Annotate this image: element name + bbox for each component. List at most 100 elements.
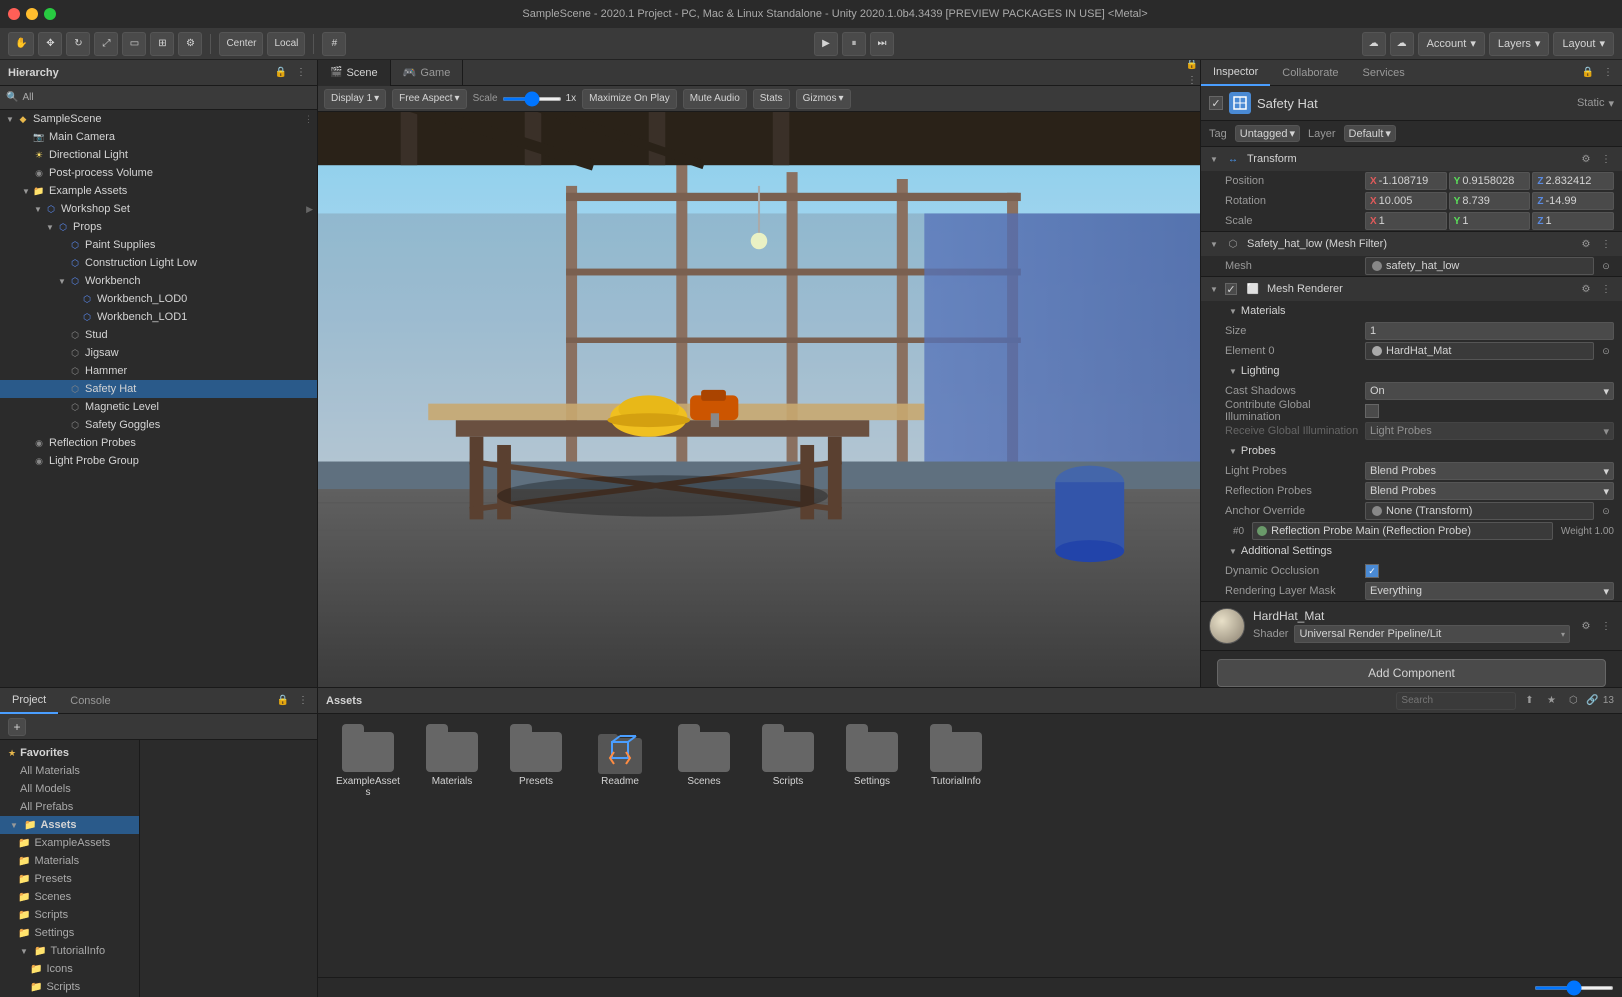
- tree-item-goggles[interactable]: ▶ ⬡ Safety Goggles: [0, 416, 317, 434]
- rect-tool[interactable]: ▭: [122, 32, 146, 56]
- tree-item-wb-lod0[interactable]: ▶ ⬡ Workbench_LOD0: [0, 290, 317, 308]
- tree-item-construction[interactable]: ▶ ⬡ Construction Light Low: [0, 254, 317, 272]
- coord-local[interactable]: Local: [267, 32, 305, 56]
- hand-tool[interactable]: ✋: [8, 32, 34, 56]
- tree-item-workbench[interactable]: ▼ ⬡ Workbench: [0, 272, 317, 290]
- tree-item-example-assets[interactable]: ▼ 📁 Example Assets: [0, 182, 317, 200]
- sidebar-favorites[interactable]: ★ Favorites: [0, 744, 139, 762]
- mf-settings[interactable]: ⚙: [1578, 236, 1594, 252]
- layer-dropdown[interactable]: Default ▾: [1344, 125, 1396, 142]
- sidebar-settings[interactable]: 📁 Settings: [0, 924, 139, 942]
- object-active-toggle[interactable]: ✓: [1209, 96, 1223, 110]
- hierarchy-more[interactable]: ⋮: [293, 65, 309, 81]
- transform-tool[interactable]: ⊞: [150, 32, 174, 56]
- tab-collaborate[interactable]: Collaborate: [1270, 60, 1350, 86]
- search-up-icon[interactable]: ⬆: [1520, 692, 1538, 710]
- zoom-slider[interactable]: [1534, 986, 1614, 990]
- tree-item-main-camera[interactable]: ▶ 📷 Main Camera: [0, 128, 317, 146]
- sidebar-example-assets[interactable]: 📁 ExampleAssets: [0, 834, 139, 852]
- tab-scene[interactable]: 🎬 Stats Scene: [318, 60, 391, 86]
- static-toggle[interactable]: Static ▾: [1577, 97, 1614, 110]
- asset-example-assets[interactable]: ExampleAssets: [330, 726, 406, 802]
- scale-tool[interactable]: ⤢: [94, 32, 118, 56]
- layout-dropdown[interactable]: Layout ▾: [1553, 32, 1614, 56]
- custom-tool[interactable]: ⚙: [178, 32, 202, 56]
- sidebar-assets[interactable]: ▼ 📁 Assets: [0, 816, 139, 834]
- rendering-layer-dropdown[interactable]: Everything ▾: [1365, 582, 1614, 600]
- tree-item-paint[interactable]: ▶ ⬡ Paint Supplies: [0, 236, 317, 254]
- tree-item-reflection-probes[interactable]: ▶ ◉ Reflection Probes: [0, 434, 317, 452]
- transform-settings[interactable]: ⚙: [1578, 151, 1594, 167]
- mr-more[interactable]: ⋮: [1598, 281, 1614, 297]
- sidebar-presets[interactable]: 📁 Presets: [0, 870, 139, 888]
- scale-y-field[interactable]: Y 1: [1449, 212, 1531, 230]
- sidebar-scripts[interactable]: 📁 Scripts: [0, 906, 139, 924]
- asset-scenes[interactable]: Scenes: [666, 726, 742, 802]
- pause-button[interactable]: ⏸: [842, 32, 866, 56]
- stats-button[interactable]: Stats: [753, 89, 790, 109]
- asset-readme[interactable]: Readme: [582, 726, 658, 802]
- project-lock[interactable]: 🔒: [275, 693, 291, 709]
- tab-game[interactable]: 🎮 Game: [391, 60, 464, 86]
- tab-project[interactable]: Project: [0, 688, 58, 714]
- scene-viewport[interactable]: [318, 112, 1200, 687]
- materials-section-header[interactable]: ▼ Materials: [1201, 301, 1622, 321]
- move-tool[interactable]: ✥: [38, 32, 62, 56]
- mesh-ref-field[interactable]: safety_hat_low: [1365, 257, 1594, 275]
- lighting-section-header[interactable]: ▼ Lighting: [1201, 361, 1622, 381]
- tag-dropdown[interactable]: Untagged ▾: [1235, 125, 1300, 142]
- sidebar-all-models[interactable]: All Models: [0, 780, 139, 798]
- anchor-pick[interactable]: ⊙: [1598, 503, 1614, 519]
- rot-x-field[interactable]: X 10.005: [1365, 192, 1447, 210]
- pos-z-field[interactable]: Z 2.832412: [1532, 172, 1614, 190]
- scene-lock[interactable]: 🔒: [1184, 60, 1200, 73]
- sidebar-tutorial-info[interactable]: ▼ 📁 TutorialInfo: [0, 942, 139, 960]
- tree-item-dir-light[interactable]: ▶ ☀ Directional Light: [0, 146, 317, 164]
- light-probes-dropdown[interactable]: Blend Probes ▾: [1365, 462, 1614, 480]
- tab-inspector[interactable]: Inspector: [1201, 60, 1270, 86]
- tree-item-samplescene[interactable]: ▼ ◆ SampleScene ⋮: [0, 110, 317, 128]
- tree-item-jigsaw[interactable]: ▶ ⬡ Jigsaw: [0, 344, 317, 362]
- tree-item-magnetic[interactable]: ▶ ⬡ Magnetic Level: [0, 398, 317, 416]
- scale-z-field[interactable]: Z 1: [1532, 212, 1614, 230]
- display-selector[interactable]: Display 1 ▾: [324, 89, 386, 109]
- sidebar-icons[interactable]: 📁 Icons: [0, 960, 139, 978]
- contribute-gi-check[interactable]: [1365, 404, 1379, 418]
- inspector-lock[interactable]: 🔒: [1580, 65, 1596, 81]
- probe-ref-field[interactable]: Reflection Probe Main (Reflection Probe): [1252, 522, 1553, 540]
- asset-settings[interactable]: Settings: [834, 726, 910, 802]
- account-dropdown[interactable]: Account ▾: [1418, 32, 1485, 56]
- anchor-override-ref[interactable]: None (Transform): [1365, 502, 1594, 520]
- sidebar-all-prefabs[interactable]: All Prefabs: [0, 798, 139, 816]
- tree-item-workshop-set[interactable]: ▼ ⬡ Workshop Set ▶: [0, 200, 317, 218]
- tree-item-stud[interactable]: ▶ ⬡ Stud: [0, 326, 317, 344]
- project-add-button[interactable]: +: [8, 718, 26, 736]
- dynamic-occlusion-check[interactable]: ✓: [1365, 564, 1379, 578]
- asset-materials[interactable]: Materials: [414, 726, 490, 802]
- material-settings[interactable]: ⚙: [1578, 618, 1594, 634]
- tree-item-wb-lod1[interactable]: ▶ ⬡ Workbench_LOD1: [0, 308, 317, 326]
- transform-header[interactable]: ▼ ↔ Transform ⚙ ⋮: [1201, 147, 1622, 171]
- material-more[interactable]: ⋮: [1598, 618, 1614, 634]
- project-more[interactable]: ⋮: [295, 693, 311, 709]
- scale-slider[interactable]: [502, 97, 562, 101]
- shader-dropdown[interactable]: Universal Render Pipeline/Lit ▾: [1294, 625, 1570, 643]
- mr-enabled[interactable]: ✓: [1225, 283, 1237, 295]
- probes-section-header[interactable]: ▼ Probes: [1201, 441, 1622, 461]
- maximize-button[interactable]: [44, 8, 56, 20]
- minimize-button[interactable]: [26, 8, 38, 20]
- star-icon[interactable]: ★: [1542, 692, 1560, 710]
- sidebar-scenes[interactable]: 📁 Scenes: [0, 888, 139, 906]
- gizmos-button[interactable]: Gizmos ▾: [796, 89, 851, 109]
- additional-settings-header[interactable]: ▼ Additional Settings: [1201, 541, 1622, 561]
- rotate-tool[interactable]: ↻: [66, 32, 90, 56]
- tree-item-props[interactable]: ▼ ⬡ Props: [0, 218, 317, 236]
- play-button[interactable]: ▶: [814, 32, 838, 56]
- tree-item-safety-hat[interactable]: ▶ ⬡ Safety Hat: [0, 380, 317, 398]
- size-field[interactable]: 1: [1365, 322, 1614, 340]
- asset-tutorial-info[interactable]: TutorialInfo: [918, 726, 994, 802]
- sidebar-materials[interactable]: 📁 Materials: [0, 852, 139, 870]
- rot-y-field[interactable]: Y 8.739: [1449, 192, 1531, 210]
- tab-services[interactable]: Services: [1351, 60, 1417, 86]
- workshop-menu[interactable]: ▶: [306, 204, 313, 215]
